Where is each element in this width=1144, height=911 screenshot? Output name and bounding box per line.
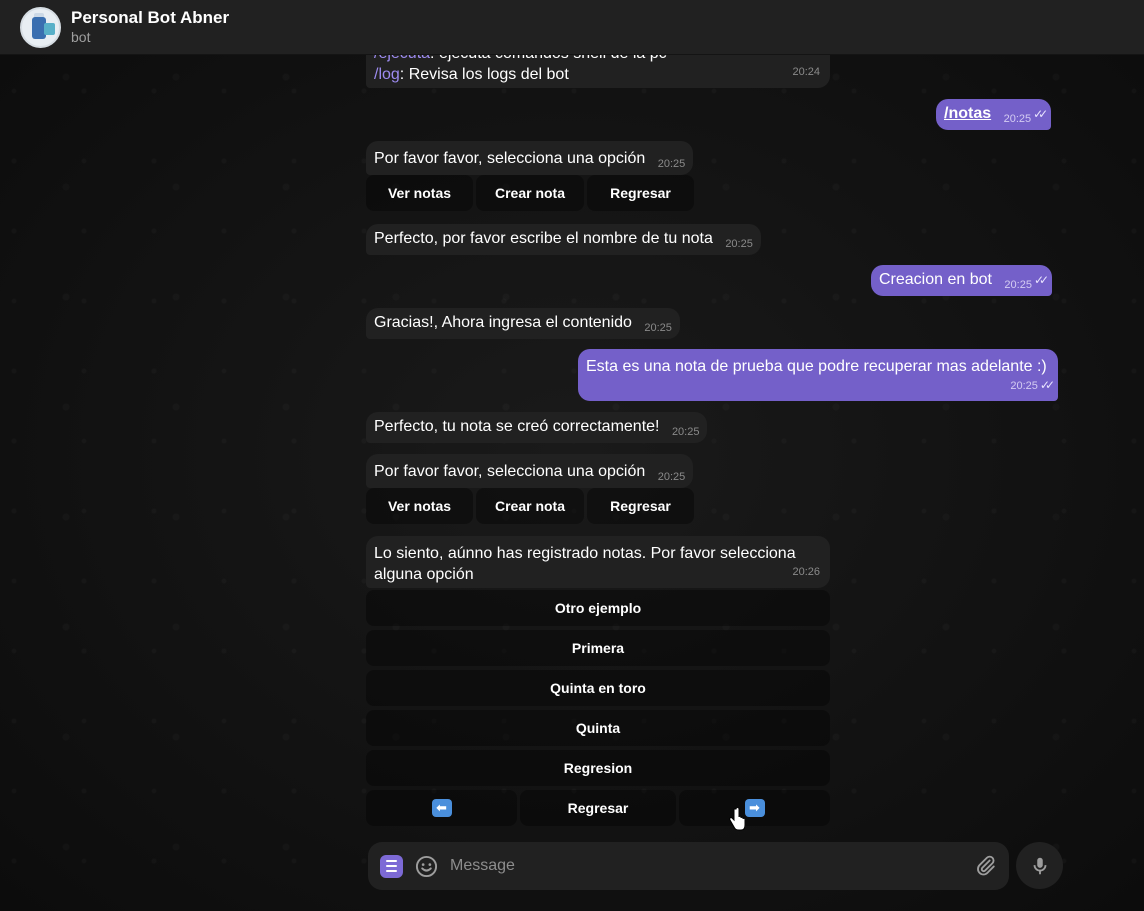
chat-header[interactable]: Personal Bot Abner bot [0, 0, 1144, 55]
message-time: 20:25 [1004, 279, 1032, 291]
message-text: Por favor favor, selecciona una opción [374, 150, 646, 167]
keyboard-button-next[interactable]: ➡ [679, 790, 830, 826]
message-text: Esta es una nota de prueba que podre rec… [586, 358, 1047, 375]
keyboard-button-regresar[interactable]: Regresar [587, 175, 694, 211]
message-time: 20:25 [671, 426, 700, 438]
bot-avatar[interactable] [20, 6, 61, 48]
message-text: Creacion en bot [879, 271, 992, 288]
emoji-icon[interactable] [415, 855, 438, 878]
message-meta: 20:25 ✓✓ [586, 375, 1055, 397]
message-time: 20:25 [644, 322, 672, 334]
message-incoming: Por favor favor, selecciona una opción 2… [366, 141, 694, 175]
message-composer [368, 842, 1009, 890]
message-outgoing: /notas 20:25 ✓✓ [936, 99, 1052, 130]
double-check-icon: ✓✓ [1033, 273, 1049, 287]
message-time: 20:26 [792, 566, 820, 578]
message-time: 20:25 [657, 158, 686, 170]
command-link[interactable]: /log [374, 66, 400, 83]
chat-title: Personal Bot Abner [71, 8, 230, 27]
message-time: 20:25 [657, 471, 686, 483]
chat-subtitle: bot [71, 29, 91, 45]
keyboard-button-regresar[interactable]: Regresar [587, 488, 694, 524]
message-incoming: Lo siento, aúnno has registrado notas. P… [366, 536, 830, 588]
inline-keyboard: Ver notas Crear nota Regresar [366, 175, 694, 211]
paperclip-icon[interactable] [975, 855, 997, 877]
keyboard-button-crear-nota[interactable]: Crear nota [476, 488, 584, 524]
keyboard-button-prev[interactable]: ⬅ [366, 790, 517, 826]
bot-menu-icon[interactable] [380, 854, 403, 878]
message-text: Lo siento, aúnno has registrado notas. P… [374, 545, 796, 583]
command-desc: : Revisa los logs del bot [399, 66, 569, 83]
keyboard-button-regresion[interactable]: Regresion [366, 750, 830, 786]
microphone-button[interactable] [1016, 842, 1063, 889]
keyboard-button-ver-notas[interactable]: Ver notas [366, 175, 473, 211]
message-outgoing: Creacion en bot 20:25 ✓✓ [871, 265, 1053, 296]
arrow-left-icon: ⬅ [431, 799, 452, 817]
message-text: Gracias!, Ahora ingresa el contenido [374, 314, 632, 331]
chat-title-block: Personal Bot Abner bot [71, 8, 229, 46]
keyboard-button-otro-ejemplo[interactable]: Otro ejemplo [366, 590, 830, 626]
double-check-icon: ✓✓ [1039, 378, 1055, 392]
message-incoming: Por favor favor, selecciona una opción 2… [366, 454, 694, 488]
arrow-right-icon: ➡ [744, 799, 765, 817]
double-check-icon: ✓✓ [1033, 107, 1048, 121]
keyboard-button-quinta-en-toro[interactable]: Quinta en toro [366, 670, 830, 706]
keyboard-button-crear-nota[interactable]: Crear nota [476, 175, 584, 211]
message-incoming: Perfecto, por favor escribe el nombre de… [366, 224, 761, 255]
keyboard-button-quinta[interactable]: Quinta [366, 710, 830, 746]
message-time: 20:24 [792, 66, 820, 78]
microphone-icon [1033, 857, 1046, 874]
keyboard-button-ver-notas[interactable]: Ver notas [366, 488, 473, 524]
message-outgoing: Esta es una nota de prueba que podre rec… [578, 349, 1058, 401]
hand-cursor-icon [729, 808, 745, 831]
command-link[interactable]: /notas [944, 105, 991, 122]
keyboard-button-regresar[interactable]: Regresar [520, 790, 676, 826]
keyboard-button-primera[interactable]: Primera [366, 630, 830, 666]
inline-keyboard: Ver notas Crear nota Regresar [366, 488, 694, 524]
message-input[interactable] [450, 857, 967, 875]
message-time: 20:25 [1010, 380, 1038, 392]
message-text: Perfecto, por favor escribe el nombre de… [374, 230, 713, 247]
message-text: Por favor favor, selecciona una opción [374, 463, 646, 480]
message-text: Perfecto, tu nota se creó correctamente! [374, 418, 660, 435]
avatar-screen [44, 22, 55, 35]
message-time: 20:25 [725, 238, 753, 250]
nav-keyboard-row: ⬅ Regresar ➡ [366, 790, 830, 826]
message-time: 20:25 [1003, 113, 1032, 125]
message-incoming: Gracias!, Ahora ingresa el contenido 20:… [366, 308, 680, 339]
message-incoming: Perfecto, tu nota se creó correctamente!… [366, 412, 708, 443]
